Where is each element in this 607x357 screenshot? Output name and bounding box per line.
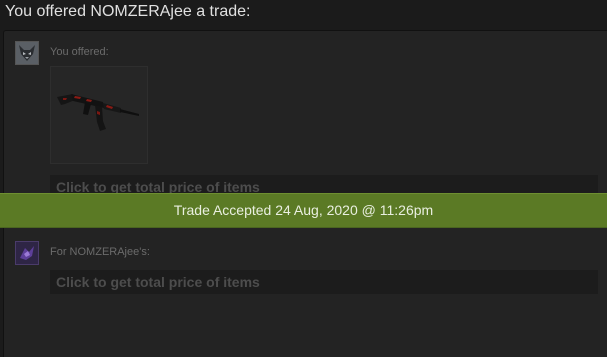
partner-items-price-button[interactable]: Click to get total price of items xyxy=(50,270,598,294)
partner-avatar[interactable] xyxy=(15,241,39,265)
trade-heading: You offered NOMZERAjee a trade: xyxy=(5,3,251,20)
you-offered-label: You offered: xyxy=(50,46,109,58)
wolf-avatar-icon xyxy=(16,42,38,64)
rifle-icon xyxy=(57,94,139,131)
for-partner-label: For NOMZERAjee's: xyxy=(50,246,150,258)
offered-item-slot[interactable] xyxy=(50,66,148,164)
your-avatar[interactable] xyxy=(15,41,39,65)
purple-avatar-icon xyxy=(16,242,38,264)
trade-accepted-banner: Trade Accepted 24 Aug, 2020 @ 11:26pm xyxy=(0,193,607,228)
